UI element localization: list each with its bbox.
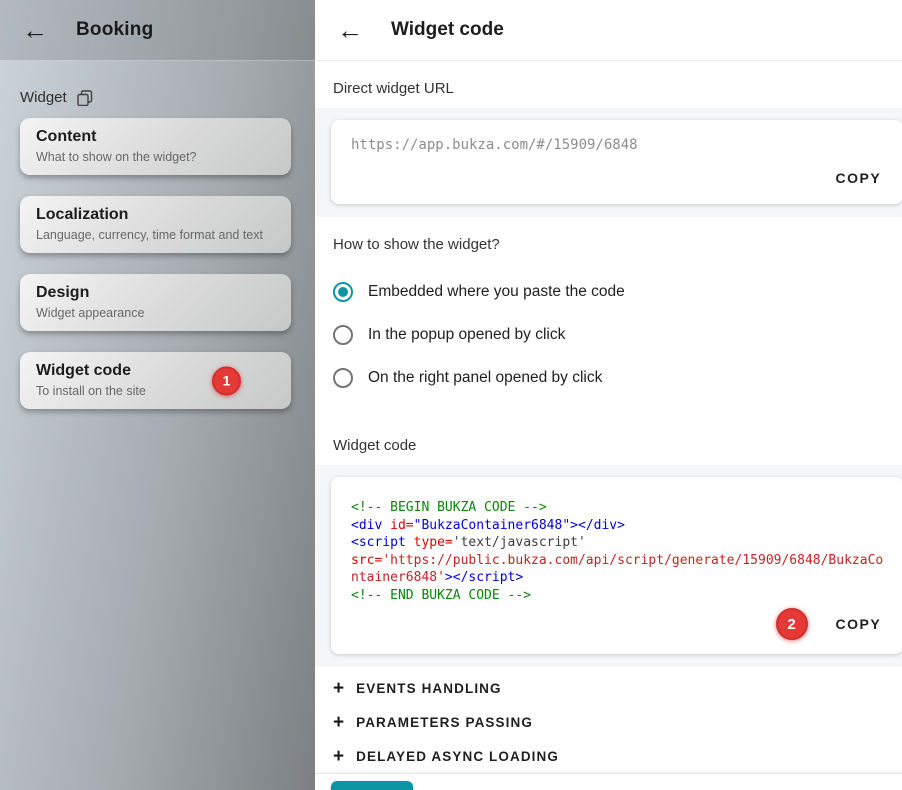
expander-events-handling[interactable]: + EVENTS HANDLING xyxy=(315,671,902,705)
radio-icon xyxy=(333,368,353,388)
card-title: Content xyxy=(36,127,275,147)
expander-list: + EVENTS HANDLING + PARAMETERS PASSING +… xyxy=(315,667,902,773)
main-header: ← Widget code xyxy=(315,0,902,61)
step-badge-2: 2 xyxy=(776,608,808,640)
back-arrow-icon[interactable]: ← xyxy=(333,15,367,45)
sidebar-title: Booking xyxy=(76,19,153,41)
widget-section-label: Widget xyxy=(20,89,67,106)
card-subtitle: Language, currency, time format and text xyxy=(36,227,275,243)
card-title: Localization xyxy=(36,205,275,225)
direct-url-label: Direct widget URL xyxy=(315,61,902,108)
sidebar-item-content[interactable]: Content What to show on the widget? xyxy=(20,118,291,175)
sidebar-item-design[interactable]: Design Widget appearance xyxy=(20,274,291,331)
main-panel: ← Widget code Direct widget URL https://… xyxy=(315,0,902,790)
sidebar-header: ← Booking xyxy=(0,0,315,61)
widget-code-block[interactable]: <!-- BEGIN BUKZA CODE --><div id="BukzaC… xyxy=(351,493,883,604)
direct-url-card: https://app.bukza.com/#/15909/6848 COPY xyxy=(331,120,902,204)
copy-icon[interactable] xyxy=(77,90,93,106)
footer-bar: SAVE HOW TO INSTALL ON MY WEBSITE? xyxy=(315,773,902,790)
back-arrow-icon[interactable]: ← xyxy=(18,15,52,45)
step-badge-1: 1 xyxy=(212,366,241,395)
sidebar-item-widget-code[interactable]: Widget code To install on the site 1 xyxy=(20,352,291,409)
radio-icon xyxy=(333,325,353,345)
radio-option-right-panel[interactable]: On the right panel opened by click xyxy=(333,368,901,388)
radio-option-embedded[interactable]: Embedded where you paste the code xyxy=(333,282,901,302)
expander-delayed-async-loading[interactable]: + DELAYED ASYNC LOADING xyxy=(315,739,902,773)
save-button[interactable]: SAVE xyxy=(331,781,413,790)
radio-icon xyxy=(333,282,353,302)
page-title: Widget code xyxy=(391,19,504,41)
copy-code-button[interactable]: COPY xyxy=(834,608,884,640)
radio-option-popup[interactable]: In the popup opened by click xyxy=(333,325,901,345)
plus-icon: + xyxy=(333,713,344,732)
plus-icon: + xyxy=(333,747,344,766)
direct-url-band: https://app.bukza.com/#/15909/6848 COPY xyxy=(315,108,902,217)
sidebar-item-localization[interactable]: Localization Language, currency, time fo… xyxy=(20,196,291,253)
expander-parameters-passing[interactable]: + PARAMETERS PASSING xyxy=(315,705,902,739)
widget-label-row: Widget xyxy=(20,89,295,106)
copy-url-button[interactable]: COPY xyxy=(834,162,884,194)
plus-icon: + xyxy=(333,679,344,698)
sidebar: ← Booking Widget Content What to show on… xyxy=(0,0,315,790)
display-mode-options: Embedded where you paste the code In the… xyxy=(315,264,902,418)
widget-code-band: <!-- BEGIN BUKZA CODE --><div id="BukzaC… xyxy=(315,465,902,667)
card-subtitle: Widget appearance xyxy=(36,305,275,321)
card-title: Design xyxy=(36,283,275,303)
widget-code-card: <!-- BEGIN BUKZA CODE --><div id="BukzaC… xyxy=(331,477,902,654)
widget-code-label: Widget code xyxy=(315,418,902,465)
card-subtitle: What to show on the widget? xyxy=(36,149,275,165)
display-mode-label: How to show the widget? xyxy=(315,217,902,264)
direct-url-value[interactable]: https://app.bukza.com/#/15909/6848 xyxy=(351,136,883,154)
